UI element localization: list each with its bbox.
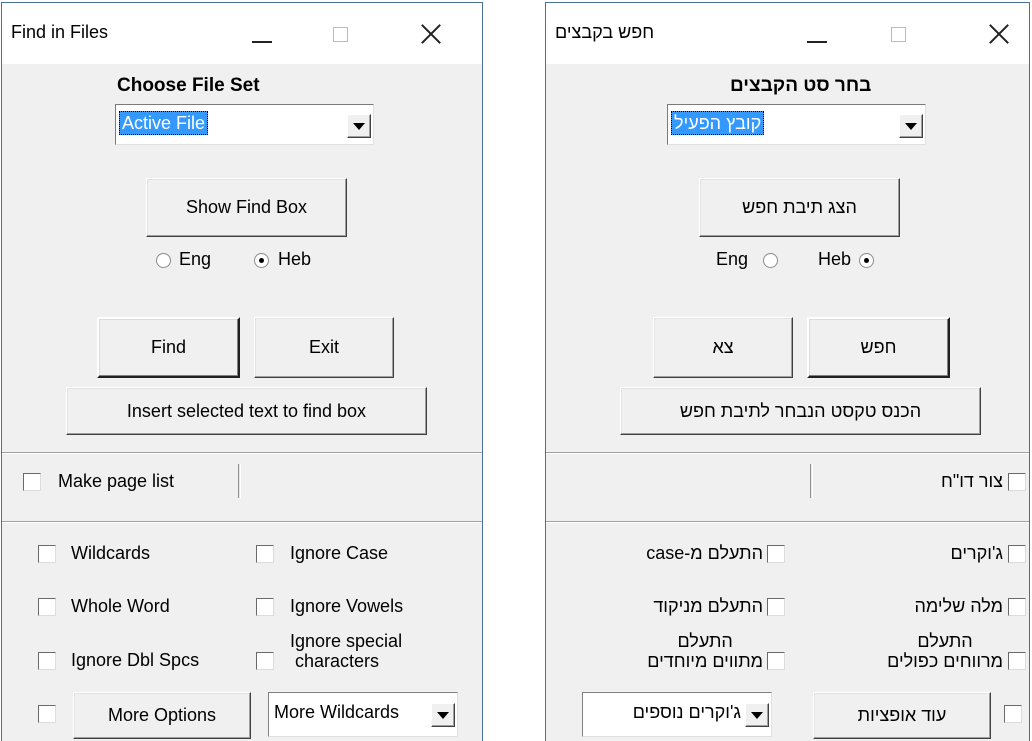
minimize-icon[interactable] xyxy=(793,11,837,55)
file-set-selected-value: Active File xyxy=(119,111,209,135)
wildcards-label: Wildcards xyxy=(71,543,151,563)
label-line: מתווים מיוחדים xyxy=(647,651,763,671)
eng-radio[interactable] xyxy=(156,253,171,268)
divider xyxy=(238,464,241,498)
show-find-box-button[interactable]: Show Find Box xyxy=(146,178,347,237)
wildcards-label: ג'וקרים xyxy=(950,543,1003,563)
label-line: מרווחים כפולים xyxy=(887,651,1003,671)
label-line: התעלם xyxy=(917,631,973,651)
window-title: חפש בקבצים xyxy=(555,22,655,42)
whole-word-checkbox[interactable] xyxy=(38,598,56,616)
label-line: characters xyxy=(295,651,380,671)
ignore-case-checkbox[interactable] xyxy=(256,545,274,563)
chevron-down-icon[interactable] xyxy=(745,703,769,727)
ignore-special-characters-checkbox[interactable] xyxy=(256,652,274,670)
wildcards-checkbox[interactable] xyxy=(38,545,56,563)
eng-radio[interactable] xyxy=(763,253,778,268)
heb-radio[interactable] xyxy=(254,253,269,268)
more-wildcards-value: More Wildcards xyxy=(274,702,400,722)
choose-file-set-heading: בחר סט הקבצים xyxy=(730,75,872,96)
label-line: Ignore special xyxy=(290,631,403,651)
ignore-case-label: התעלם מ-case xyxy=(646,543,763,563)
find-in-files-window-english: Find in Files Choose File Set Active Fil… xyxy=(1,2,483,741)
more-options-button[interactable]: עוד אופציות xyxy=(813,692,991,739)
ignore-vowels-label: Ignore Vowels xyxy=(290,596,404,616)
whole-word-label: מלה שלימה xyxy=(914,596,1003,616)
insert-selected-text-button[interactable]: Insert selected text to find box xyxy=(66,387,427,435)
make-page-list-label: צור דו"ח xyxy=(941,471,1003,491)
make-page-list-checkbox[interactable] xyxy=(1008,473,1026,491)
exit-button[interactable]: צא xyxy=(653,317,793,378)
ignore-special-characters-label: Ignore special characters xyxy=(290,631,402,671)
close-icon[interactable] xyxy=(408,11,452,55)
divider xyxy=(2,452,482,454)
label-line: התעלם xyxy=(677,631,733,651)
ignore-vowels-label: התעלם מניקוד xyxy=(653,596,763,616)
file-set-select[interactable]: קובץ הפעיל xyxy=(667,104,926,145)
divider xyxy=(546,521,1029,523)
more-wildcards-select[interactable]: ג'וקרים נוספים xyxy=(582,692,772,737)
make-page-list-checkbox[interactable] xyxy=(23,473,41,491)
maximize-icon[interactable] xyxy=(318,11,362,55)
find-button[interactable]: Find xyxy=(97,317,240,378)
more-options-button[interactable]: More Options xyxy=(73,692,251,739)
ignore-dbl-spcs-label: התעלם מרווחים כפולים xyxy=(887,631,1003,671)
more-wildcards-value: ג'וקרים נוספים xyxy=(632,702,741,722)
eng-radio-label: Eng xyxy=(716,249,749,269)
divider xyxy=(546,452,1029,454)
insert-selected-text-button[interactable]: הכנס טקסט הנבחר לתיבת חפש xyxy=(620,387,981,435)
wildcards-checkbox[interactable] xyxy=(1008,545,1026,563)
minimize-icon[interactable] xyxy=(238,11,282,55)
choose-file-set-heading: Choose File Set xyxy=(117,75,260,96)
find-button[interactable]: חפש xyxy=(807,317,950,378)
chevron-down-icon[interactable] xyxy=(347,114,371,138)
more-wildcards-select[interactable]: More Wildcards xyxy=(268,692,458,737)
title-bar: Find in Files xyxy=(2,3,482,64)
ignore-dbl-spcs-label: Ignore Dbl Spcs xyxy=(71,650,200,670)
ignore-dbl-spcs-checkbox[interactable] xyxy=(1008,652,1026,670)
ignore-dbl-spcs-checkbox[interactable] xyxy=(38,652,56,670)
show-find-box-button[interactable]: הצג תיבת חפש xyxy=(699,178,900,237)
heb-radio-label: Heb xyxy=(818,249,852,269)
ignore-case-checkbox[interactable] xyxy=(767,545,785,563)
more-options-checkbox[interactable] xyxy=(38,705,56,723)
find-in-files-window-hebrew: חפש בקבצים בחר סט הקבצים קובץ הפעיל הצג … xyxy=(545,2,1030,741)
more-options-checkbox[interactable] xyxy=(1004,705,1022,723)
exit-button[interactable]: Exit xyxy=(254,317,394,378)
close-icon[interactable] xyxy=(976,11,1020,55)
window-title: Find in Files xyxy=(11,22,109,42)
title-bar: חפש בקבצים xyxy=(546,3,1029,64)
ignore-vowels-checkbox[interactable] xyxy=(767,598,785,616)
divider xyxy=(2,521,482,523)
eng-radio-label: Eng xyxy=(179,249,212,269)
whole-word-label: Whole Word xyxy=(71,596,170,616)
make-page-list-label: Make page list xyxy=(58,471,175,491)
file-set-select[interactable]: Active File xyxy=(115,104,374,145)
heb-radio[interactable] xyxy=(859,253,874,268)
ignore-special-characters-label: התעלם מתווים מיוחדים xyxy=(647,631,763,671)
maximize-icon[interactable] xyxy=(876,11,920,55)
whole-word-checkbox[interactable] xyxy=(1008,598,1026,616)
file-set-selected-value: קובץ הפעיל xyxy=(671,111,765,135)
ignore-vowels-checkbox[interactable] xyxy=(256,598,274,616)
divider xyxy=(810,464,813,498)
chevron-down-icon[interactable] xyxy=(431,703,455,727)
ignore-case-label: Ignore Case xyxy=(290,543,389,563)
chevron-down-icon[interactable] xyxy=(899,114,923,138)
ignore-special-characters-checkbox[interactable] xyxy=(767,652,785,670)
heb-radio-label: Heb xyxy=(278,249,312,269)
